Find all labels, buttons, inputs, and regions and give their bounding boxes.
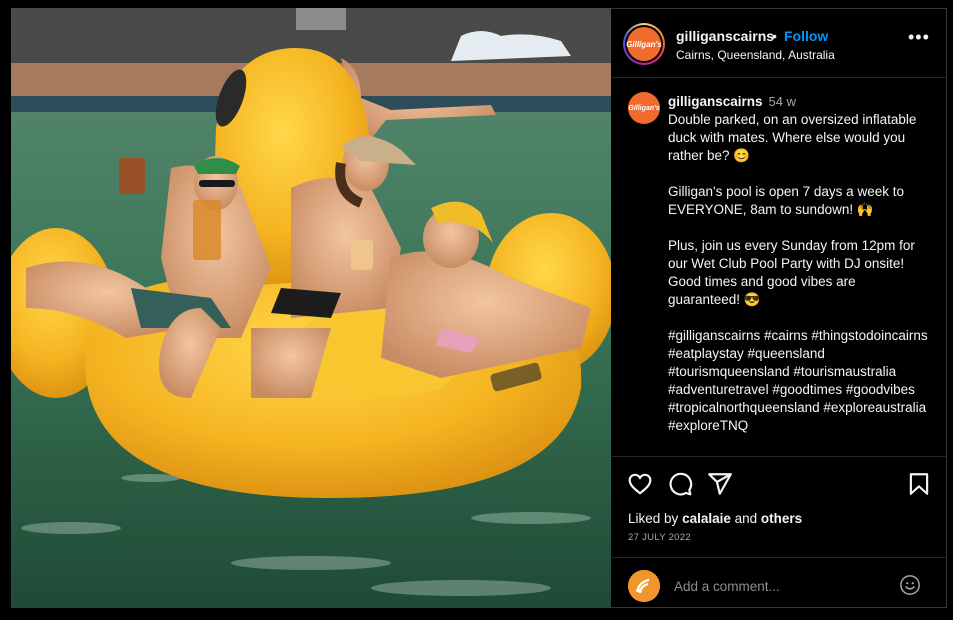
caption-text-block: gilliganscairns 54 w Double parked, on an… bbox=[668, 93, 930, 435]
caption-area: Gilligan's gilliganscairns 54 w Double pa… bbox=[612, 78, 947, 456]
likes-summary: Liked by calalaie and others bbox=[628, 511, 802, 526]
smiley-icon[interactable] bbox=[899, 574, 921, 596]
post-photo[interactable] bbox=[11, 8, 611, 608]
avatar-story-ring[interactable]: Gilligan's bbox=[623, 23, 665, 65]
more-options-icon[interactable]: ••• bbox=[908, 28, 930, 52]
action-bar: Liked by calalaie and others 27 JULY 202… bbox=[612, 456, 947, 608]
comment-bar bbox=[612, 557, 947, 609]
likes-prefix: Liked by bbox=[628, 511, 679, 526]
comment-input[interactable] bbox=[672, 572, 896, 600]
commenter-avatar-image bbox=[628, 570, 660, 602]
avatar: Gilligan's bbox=[625, 25, 663, 63]
caption-username[interactable]: gilliganscairns bbox=[668, 94, 763, 109]
post-username[interactable]: gilliganscairns bbox=[676, 28, 774, 44]
heart-icon[interactable] bbox=[627, 471, 653, 497]
separator-dot: • bbox=[772, 28, 777, 44]
likes-others[interactable]: others bbox=[761, 511, 802, 526]
caption-body: Double parked, on an oversized inflatabl… bbox=[668, 112, 928, 433]
caption-avatar[interactable]: Gilligan's bbox=[628, 92, 660, 124]
post-date[interactable]: 27 JULY 2022 bbox=[628, 532, 691, 543]
post-side-panel: Gilligan's gilliganscairns • Follow Cair… bbox=[612, 8, 947, 608]
pool-duck-photo bbox=[11, 8, 611, 608]
likes-and: and bbox=[734, 511, 758, 526]
paper-plane-icon[interactable] bbox=[707, 471, 733, 497]
bookmark-icon[interactable] bbox=[906, 471, 932, 497]
liked-by-user[interactable]: calalaie bbox=[682, 511, 731, 526]
commenter-avatar bbox=[628, 570, 660, 602]
post-header: Gilligan's gilliganscairns • Follow Cair… bbox=[612, 8, 947, 78]
comment-icon[interactable] bbox=[667, 471, 693, 497]
caption-time: 54 w bbox=[768, 94, 797, 109]
follow-button[interactable]: Follow bbox=[784, 28, 828, 44]
avatar-logo: Gilligan's bbox=[626, 27, 662, 61]
post-location[interactable]: Cairns, Queensland, Australia bbox=[676, 48, 835, 62]
